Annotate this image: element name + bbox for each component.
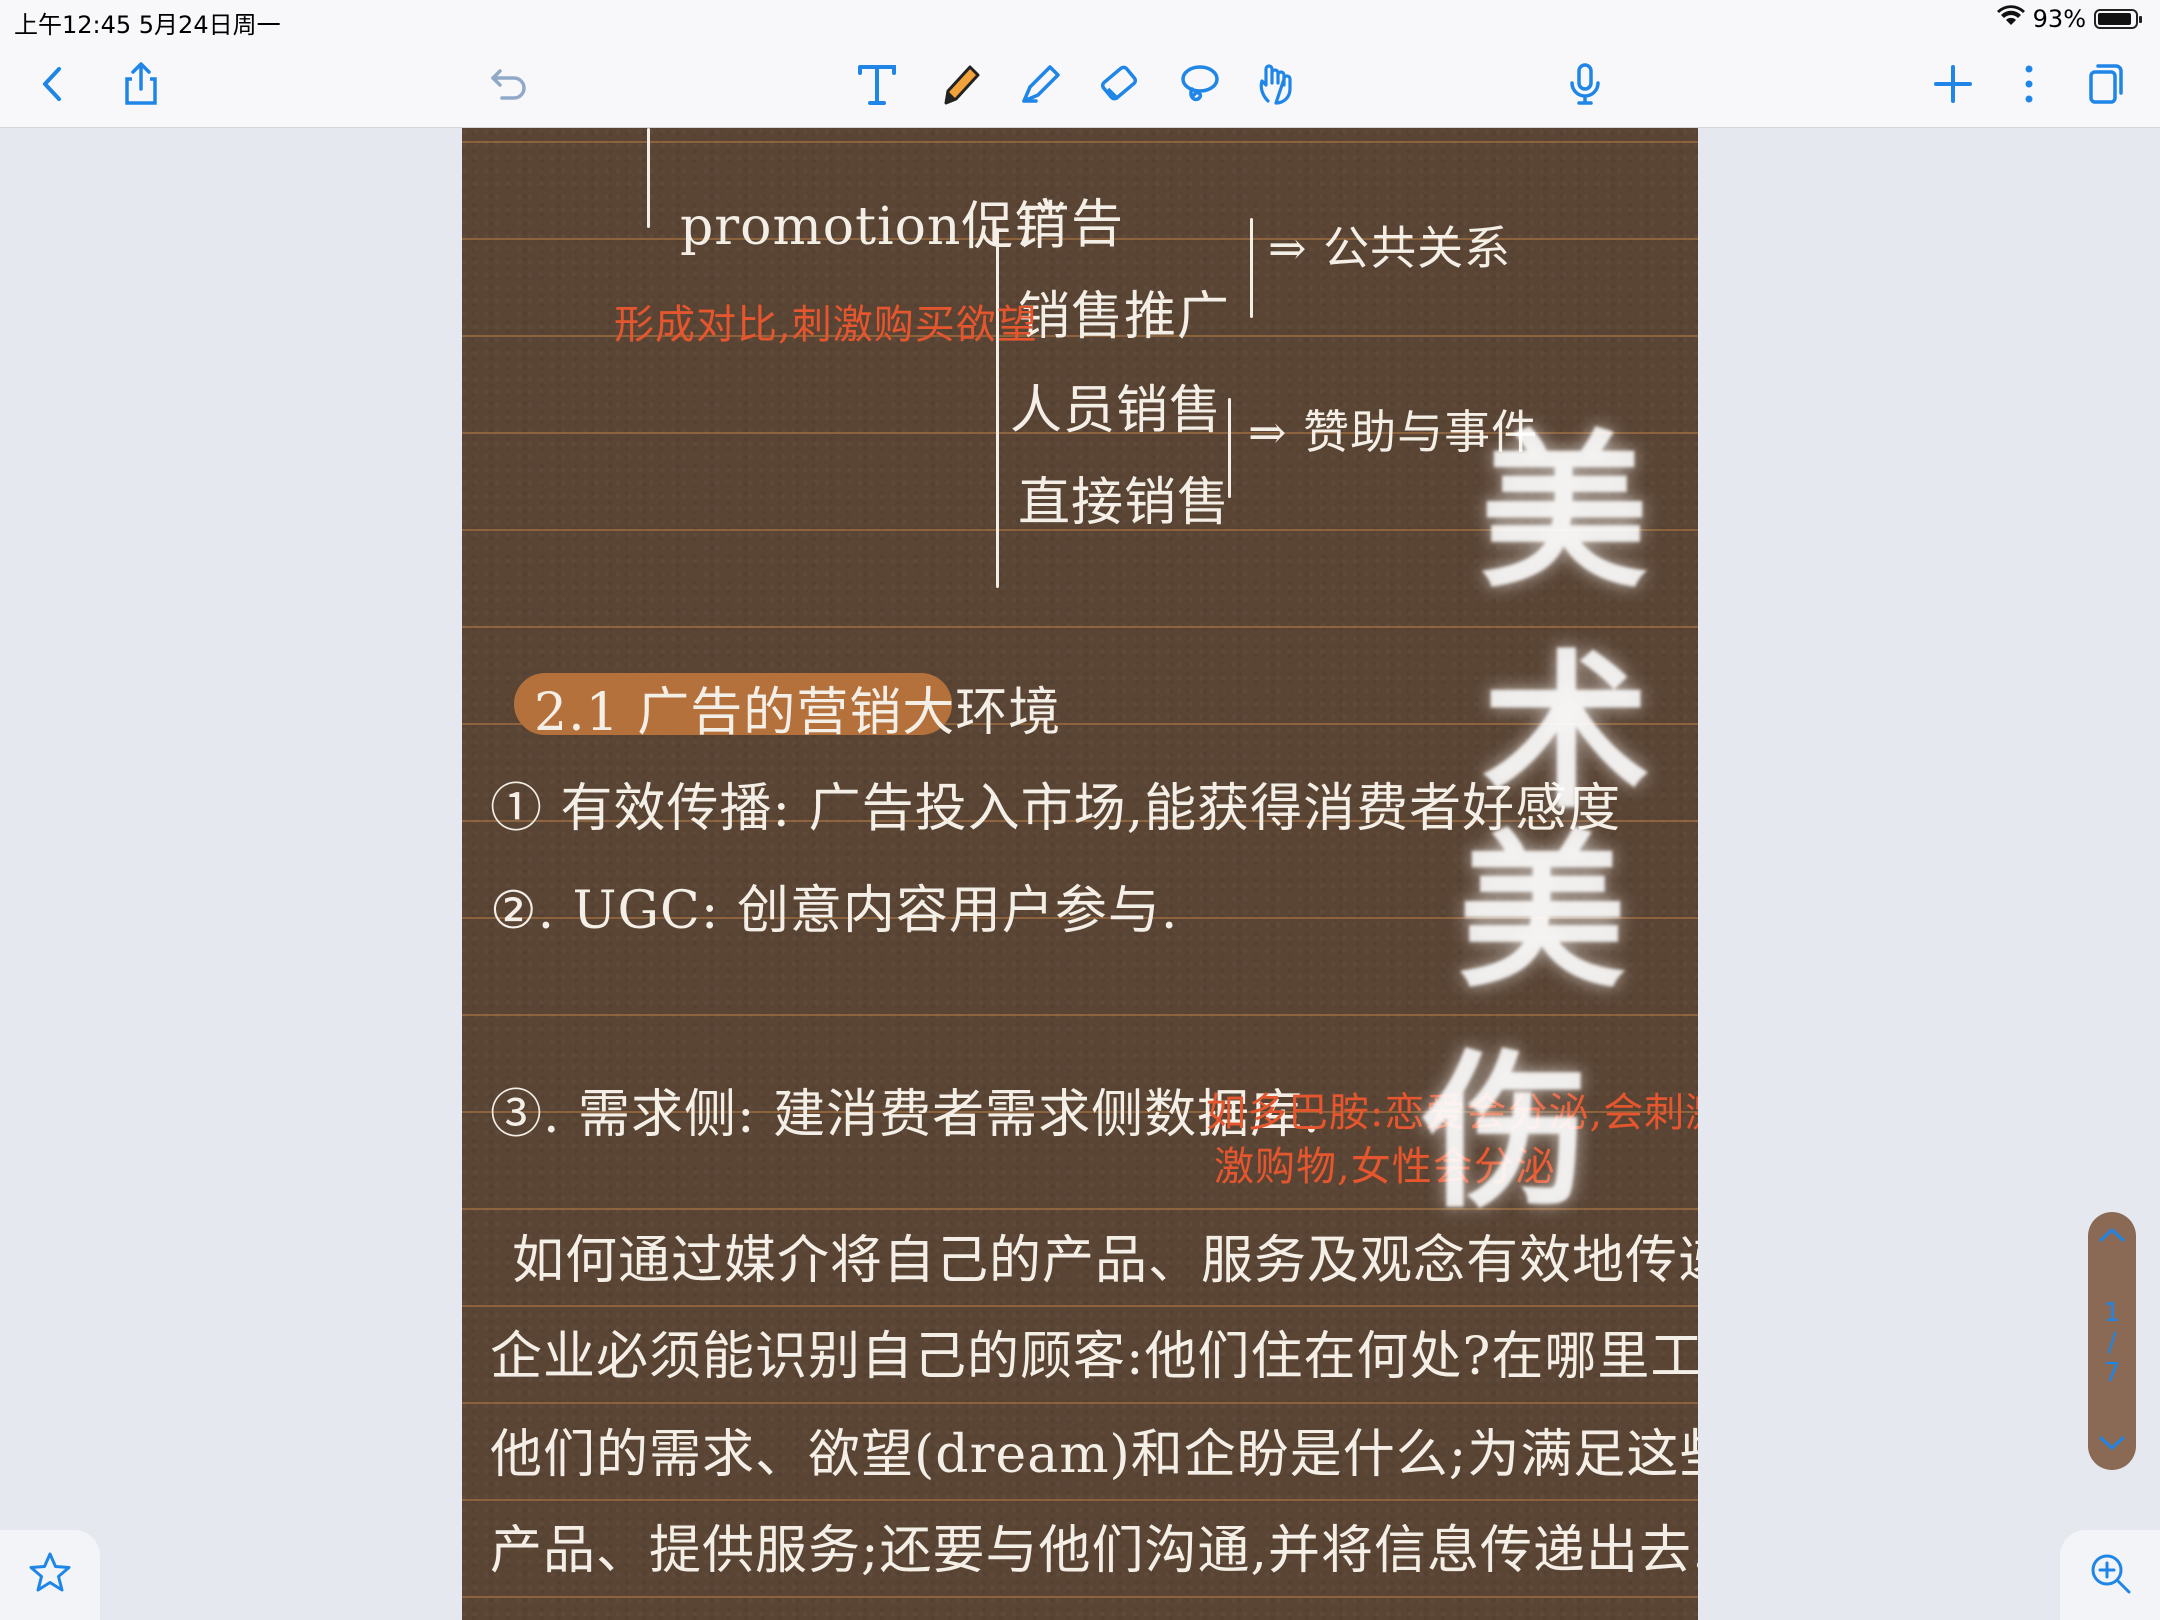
star-icon xyxy=(27,1550,73,1600)
ruled-line xyxy=(462,1014,1698,1016)
status-time: 上午12:45 5月24日周一 xyxy=(14,11,281,39)
watermark-stamp: 美 xyxy=(1458,813,1626,1011)
zoom-in-icon xyxy=(2087,1550,2133,1600)
point-one: ① 有效传播: 广告投入市场,能获得消费者好感度 xyxy=(490,779,1622,839)
page-navigator[interactable]: 1 / 7 xyxy=(2088,1212,2136,1470)
total-pages: 7 xyxy=(2103,1358,2121,1388)
microphone-icon[interactable] xyxy=(1550,40,1620,128)
promo-item: 直接销售 xyxy=(1018,473,1231,533)
ruled-line xyxy=(462,1596,1698,1598)
pen-icon[interactable] xyxy=(924,40,994,128)
text-tool-icon[interactable] xyxy=(842,40,912,128)
lasso-icon[interactable] xyxy=(1164,40,1234,128)
promo-item: 人员销售 xyxy=(1010,381,1223,441)
chevron-up-icon[interactable] xyxy=(2088,1226,2136,1248)
watermark-stamp: 伤 xyxy=(1422,1033,1590,1231)
undo-icon[interactable] xyxy=(474,40,544,128)
status-indicators: 93% xyxy=(1996,5,2142,33)
back-icon[interactable] xyxy=(18,40,88,128)
ruled-line xyxy=(462,1305,1698,1307)
paragraph-line: 产品、提供服务;还要与他们沟通,并将信息传递出去. xyxy=(490,1521,1698,1581)
share-icon[interactable] xyxy=(106,40,176,128)
plus-icon[interactable] xyxy=(1918,40,1988,128)
zoom-button[interactable] xyxy=(2060,1530,2160,1620)
eraser-icon[interactable] xyxy=(1084,40,1154,128)
paragraph-line: 他们的需求、欲望(dream)和企盼是什么;为满足这些欲望而制造 xyxy=(490,1425,1698,1485)
paragraph-line: 企业必须能识别自己的顾客:他们住在何处?在哪里工作?如何休闲? xyxy=(490,1327,1698,1387)
promo-item: 广告 xyxy=(1018,195,1125,255)
outline-stroke xyxy=(647,128,650,228)
notebook-page[interactable]: promotion促销 广告 销售推广 人员销售 直接销售 形成对比,刺激购买欲… xyxy=(462,128,1698,1620)
ruled-line xyxy=(462,1402,1698,1404)
current-page: 1 xyxy=(2103,1298,2121,1328)
more-icon[interactable] xyxy=(1994,40,2064,128)
point-three: ③. 需求侧: 建消费者需求侧数据库. xyxy=(490,1085,1321,1145)
favorite-button[interactable] xyxy=(0,1530,100,1620)
hand-icon[interactable] xyxy=(1242,40,1312,128)
sponsor-bracket xyxy=(1228,398,1231,498)
promo-note: 形成对比,刺激购买欲望 xyxy=(614,302,1038,348)
point-two: ②. UGC: 创意内容用户参与. xyxy=(490,881,1179,941)
wifi-icon xyxy=(1996,5,2025,33)
promo-bracket xyxy=(996,228,999,588)
page-separator: / xyxy=(2107,1328,2117,1358)
highlighter-icon[interactable] xyxy=(1004,40,1074,128)
watermark-stamp: 美 xyxy=(1480,413,1648,611)
watermark-stamp: 术 xyxy=(1482,633,1650,831)
battery-percent: 93% xyxy=(2032,5,2086,33)
status-bar: 上午12:45 5月24日周一 93% xyxy=(0,0,2160,40)
chevron-down-icon[interactable] xyxy=(2088,1434,2136,1456)
pr-bracket xyxy=(1250,218,1253,318)
ruled-line xyxy=(462,1499,1698,1501)
toolbar xyxy=(0,40,2160,128)
battery-icon xyxy=(2094,9,2142,29)
promo-item: 销售推广 xyxy=(1018,287,1231,347)
pr-note: ⇒ 公共关系 xyxy=(1268,221,1512,275)
section-heading: 2.1 广告的营销大环境 xyxy=(534,683,1062,743)
pages-icon[interactable] xyxy=(2070,40,2140,128)
promotion-label: promotion促销 xyxy=(680,197,1068,257)
ruled-line xyxy=(462,626,1698,628)
